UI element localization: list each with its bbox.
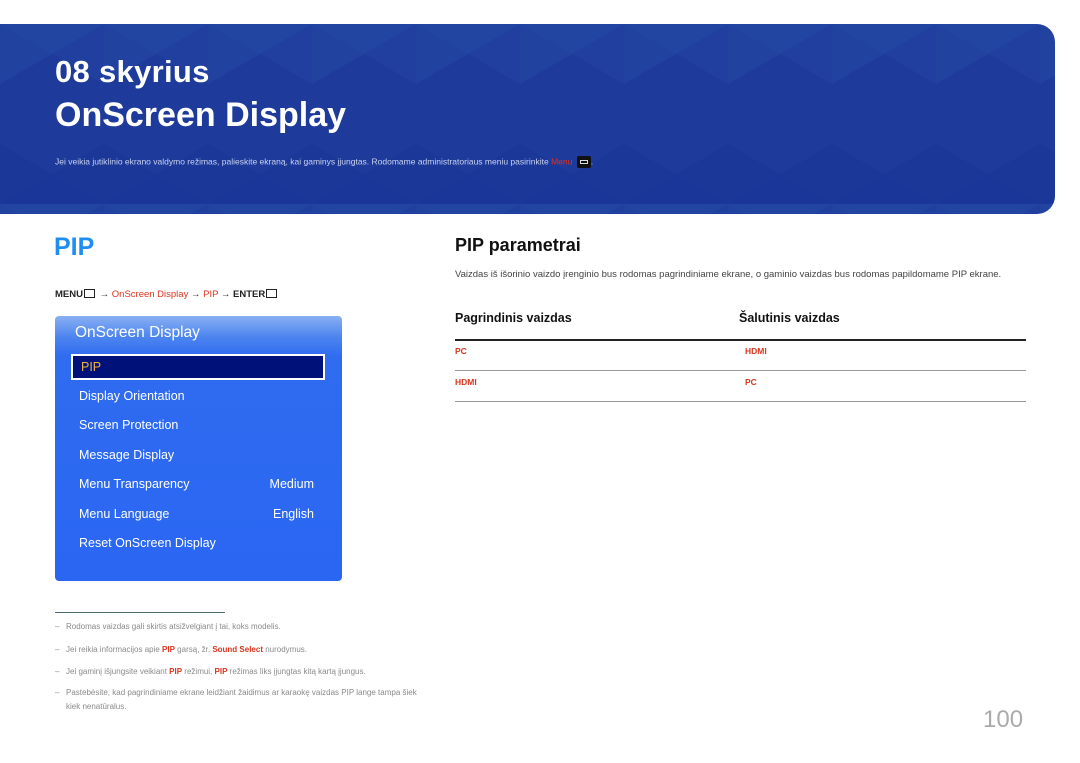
section-title: PIP (54, 233, 95, 261)
table-cell: HDMI (455, 377, 477, 387)
footnote-link-sound-select: Sound Select (212, 645, 263, 654)
osd-item-display-orientation[interactable]: Display Orientation (79, 389, 314, 403)
osd-item-menu-language[interactable]: Menu Language English (79, 507, 314, 521)
chapter-title: OnScreen Display (55, 96, 347, 134)
enter-icon (266, 289, 278, 298)
footnote-fragment: režimui, (182, 667, 215, 676)
footnote-divider (55, 612, 225, 613)
osd-menu: OnScreen Display PIP Display Orientation… (55, 316, 342, 581)
banner-note-end: . (590, 156, 594, 167)
path-pip: PIP (203, 289, 219, 300)
footnote-dash: – (55, 645, 60, 654)
osd-item-label: Menu Language (79, 507, 170, 521)
osd-item-menu-transparency[interactable]: Menu Transparency Medium (79, 477, 314, 491)
subsection-description: Vaizdas iš išorinio vaizdo įrenginio bus… (455, 269, 1002, 280)
osd-item-reset-onscreen-display[interactable]: Reset OnScreen Display (79, 536, 314, 550)
footnote-fragment: nurodymus. (263, 645, 308, 654)
osd-item-label: Message Display (79, 448, 175, 462)
footnote: – Pastebėsite, kad pagrindiniame ekrane … (55, 686, 425, 714)
path-menu: MENU (55, 289, 83, 300)
table-header-main: Pagrindinis vaizdas (455, 311, 572, 325)
subsection-heading: PIP parametrai (455, 235, 581, 255)
footnote-highlight: PIP (214, 667, 228, 676)
footnote: – Jei reikia informacijos apie PIP garsą… (55, 643, 425, 657)
path-arrow: → (188, 289, 204, 300)
footnote-fragment: režimas liks įjungtas kitą kartą įjungus… (227, 667, 366, 676)
menu-icon (83, 289, 95, 298)
osd-item-label: Screen Protection (79, 418, 179, 432)
osd-item-screen-protection[interactable]: Screen Protection (79, 418, 314, 432)
footnote-dash: – (55, 688, 60, 697)
footnote-fragment: garsą, žr. (174, 645, 213, 654)
footnote: – Jei gaminį išjungsite veikiant PIP rež… (55, 665, 425, 679)
menu-link: Menu (551, 156, 573, 167)
osd-title: OnScreen Display (75, 324, 200, 341)
table-cell: PC (745, 377, 757, 387)
footnote-fragment: Jei gaminį išjungsite veikiant (66, 667, 170, 676)
menu-path: MENU → OnScreen Display → PIP → ENTER (55, 289, 279, 300)
table-cell: HDMI (745, 346, 767, 356)
banner-note: Jei veikia jutiklinio ekrano valdymo rež… (55, 156, 593, 168)
footnote-text: Jei reikia informacijos apie PIP garsą, … (55, 643, 425, 657)
osd-item-label: Menu Transparency (79, 477, 190, 491)
footnote-text: Rodomas vaizdas gali skirtis atsižvelgia… (66, 622, 281, 631)
chapter-banner: 08 skyrius OnScreen Display Jei veikia j… (0, 24, 1055, 214)
osd-item-label: Display Orientation (79, 389, 185, 403)
banner-note-text: Jei veikia jutiklinio ekrano valdymo rež… (55, 156, 552, 167)
footnote-text: Pastebėsite, kad pagrindiniame ekrane le… (66, 688, 417, 711)
footnote: – Rodomas vaizdas gali skirtis atsižvelg… (55, 620, 425, 634)
osd-item-label: PIP (81, 360, 102, 374)
footnote-fragment: Jei reikia informacijos apie (66, 645, 163, 654)
footnote-highlight: PIP (162, 645, 175, 654)
chapter-number: 08 skyrius (55, 54, 210, 89)
path-arrow: → (218, 289, 234, 300)
osd-item-message-display[interactable]: Message Display (79, 448, 314, 462)
osd-item-pip[interactable]: PIP (71, 354, 325, 380)
table-header-rule (455, 339, 1026, 341)
osd-item-label: Reset OnScreen Display (79, 536, 216, 550)
table-header-sub: Šalutinis vaizdas (739, 311, 840, 325)
osd-item-value: English (273, 507, 314, 521)
osd-item-value: Medium (269, 477, 314, 491)
path-arrow: → (96, 289, 112, 300)
path-enter: ENTER (233, 289, 266, 300)
footnote-highlight: PIP (169, 667, 183, 676)
path-onscreen-display: OnScreen Display (111, 289, 189, 300)
page-number: 100 (983, 706, 1024, 733)
footnote-text: Jei gaminį išjungsite veikiant PIP režim… (55, 665, 425, 679)
menu-key-icon (576, 156, 591, 168)
table-row-rule (455, 370, 1026, 371)
table-cell: PC (455, 346, 467, 356)
footnote-dash: – (55, 622, 60, 631)
table-row-rule (455, 401, 1026, 402)
footnote-dash: – (55, 667, 60, 676)
